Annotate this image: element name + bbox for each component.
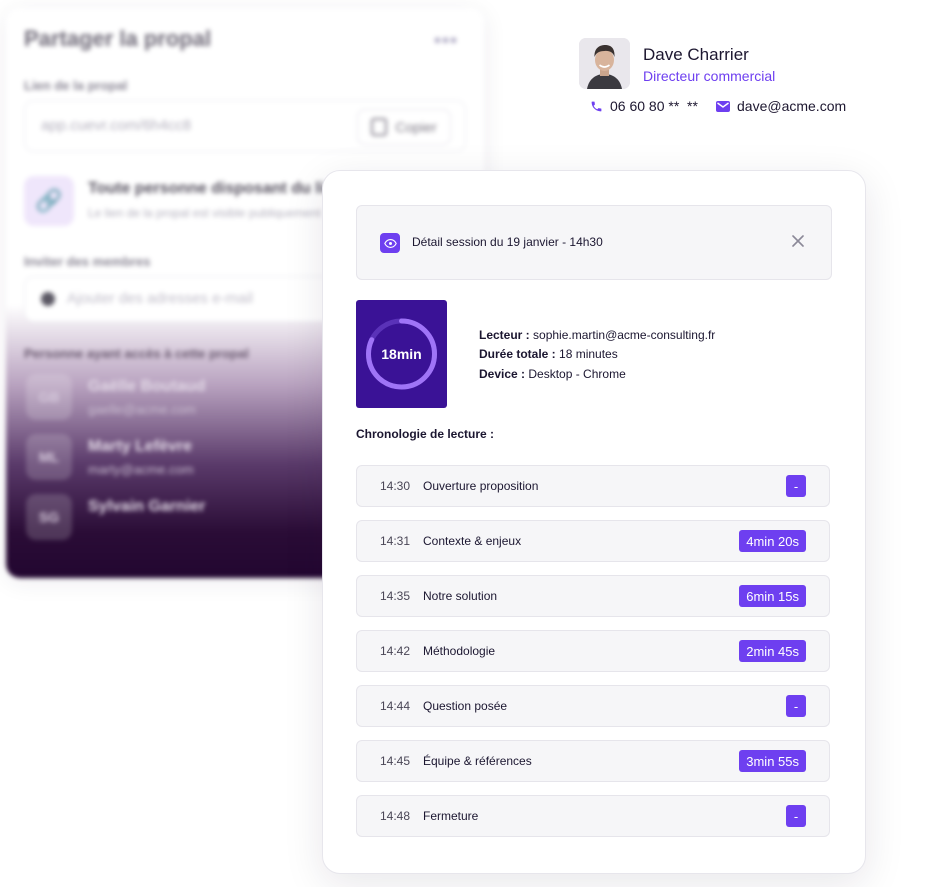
email-address: dave@acme.com <box>737 98 847 114</box>
member-avatar: ML <box>26 434 72 480</box>
device-value: Desktop - Chrome <box>528 367 626 381</box>
session-detail-card: Détail session du 19 janvier - 14h30 18m… <box>322 170 866 874</box>
timeline-title-text: Équipe & références <box>423 754 532 768</box>
timeline-title-text: Question posée <box>423 699 508 713</box>
member-avatar: GB <box>26 374 72 420</box>
timeline-time: 14:45 <box>380 754 411 768</box>
link-icon: 🔗 <box>24 176 74 226</box>
device-label: Device : <box>479 367 526 381</box>
mail-icon <box>716 100 730 112</box>
copy-button[interactable]: Copier <box>357 109 451 145</box>
timeline-row[interactable]: 14:35 Notre solution 6min 15s <box>356 575 830 617</box>
duration-value: 18min <box>381 346 422 362</box>
device-line: Device : Desktop - Chrome <box>479 367 626 381</box>
timeline-time: 14:44 <box>380 699 411 713</box>
timeline-row[interactable]: 14:48 Fermeture - <box>356 795 830 837</box>
duration-badge: 2min 45s <box>739 640 806 662</box>
invite-label: Inviter des membres <box>24 254 151 269</box>
member-name: Gaëlle Boutaud <box>88 378 206 395</box>
timeline-time: 14:30 <box>380 479 411 493</box>
total-duration-line: Durée totale : 18 minutes <box>479 347 618 361</box>
more-options-icon[interactable]: ••• <box>434 30 458 53</box>
copy-label: Copier <box>395 119 437 135</box>
timeline-title-text: Contexte & enjeux <box>423 534 522 548</box>
timeline-row[interactable]: 14:45 Équipe & références 3min 55s <box>356 740 830 782</box>
close-icon <box>792 234 804 252</box>
reader-label: Lecteur : <box>479 328 530 342</box>
members-label: Personne ayant accès à cette propal <box>24 346 249 361</box>
session-title: Détail session du 19 janvier - 14h30 <box>412 235 603 249</box>
timeline-row[interactable]: 14:44 Question posée - <box>356 685 830 727</box>
duration-badge: 3min 55s <box>739 750 806 772</box>
timeline-title-text: Méthodologie <box>423 644 496 658</box>
phone-number: 06 60 80 ** ** <box>610 98 698 114</box>
phone-icon <box>590 100 603 113</box>
member-name: Sylvain Garnier <box>88 498 206 515</box>
timeline-title: Chronologie de lecture : <box>356 427 495 441</box>
contact-name: Dave Charrier <box>643 45 749 64</box>
timeline-row[interactable]: 14:30 Ouverture proposition - <box>356 465 830 507</box>
duration-badge: - <box>786 475 806 497</box>
contact-role: Directeur commercial <box>643 68 776 84</box>
duration-badge: 6min 15s <box>739 585 806 607</box>
duration-badge: 4min 20s <box>739 530 806 552</box>
invite-placeholder: Ajouter des adresses e-mail <box>67 290 253 307</box>
link-value: app.cuevr.com/6h4cc8 <box>41 117 192 134</box>
total-label: Durée totale : <box>479 347 556 361</box>
reader-line: Lecteur : sophie.martin@acme-consulting.… <box>479 328 715 342</box>
avatar <box>579 38 630 89</box>
session-header: Détail session du 19 janvier - 14h30 <box>356 205 832 280</box>
timeline-time: 14:35 <box>380 589 411 603</box>
timeline-time: 14:48 <box>380 809 411 823</box>
timeline-row[interactable]: 14:31 Contexte & enjeux 4min 20s <box>356 520 830 562</box>
timeline-title-text: Ouverture proposition <box>423 479 539 493</box>
reader-value: sophie.martin@acme-consulting.fr <box>533 328 716 342</box>
member-name: Marty Lefèvre <box>88 438 193 455</box>
timeline-time: 14:31 <box>380 534 411 548</box>
duration-badge: - <box>786 695 806 717</box>
close-button[interactable] <box>787 232 809 254</box>
member-email: marty@acme.com <box>88 462 194 477</box>
copy-icon <box>371 118 388 136</box>
eye-icon <box>380 233 400 253</box>
timeline-title-text: Fermeture <box>423 809 479 823</box>
timeline-title-text: Notre solution <box>423 589 498 603</box>
duration-badge: - <box>786 805 806 827</box>
duration-tile: 18min <box>356 300 447 408</box>
access-description: Le lien de la propal est visible publiqu… <box>88 206 321 220</box>
link-field[interactable]: app.cuevr.com/6h4cc8 Copier <box>24 100 466 152</box>
user-icon <box>41 292 55 306</box>
member-email: gaelle@acme.com <box>88 402 196 417</box>
contact-phone[interactable]: 06 60 80 ** ** <box>590 98 698 114</box>
contact-email[interactable]: dave@acme.com <box>716 98 846 114</box>
timeline-row[interactable]: 14:42 Méthodologie 2min 45s <box>356 630 830 672</box>
total-value: 18 minutes <box>559 347 618 361</box>
access-title[interactable]: Toute personne disposant du lien <box>88 180 343 198</box>
link-label: Lien de la propal <box>24 78 128 93</box>
timeline-time: 14:42 <box>380 644 411 658</box>
share-panel-title: Partager la propal <box>24 26 212 51</box>
member-avatar: SG <box>26 494 72 540</box>
